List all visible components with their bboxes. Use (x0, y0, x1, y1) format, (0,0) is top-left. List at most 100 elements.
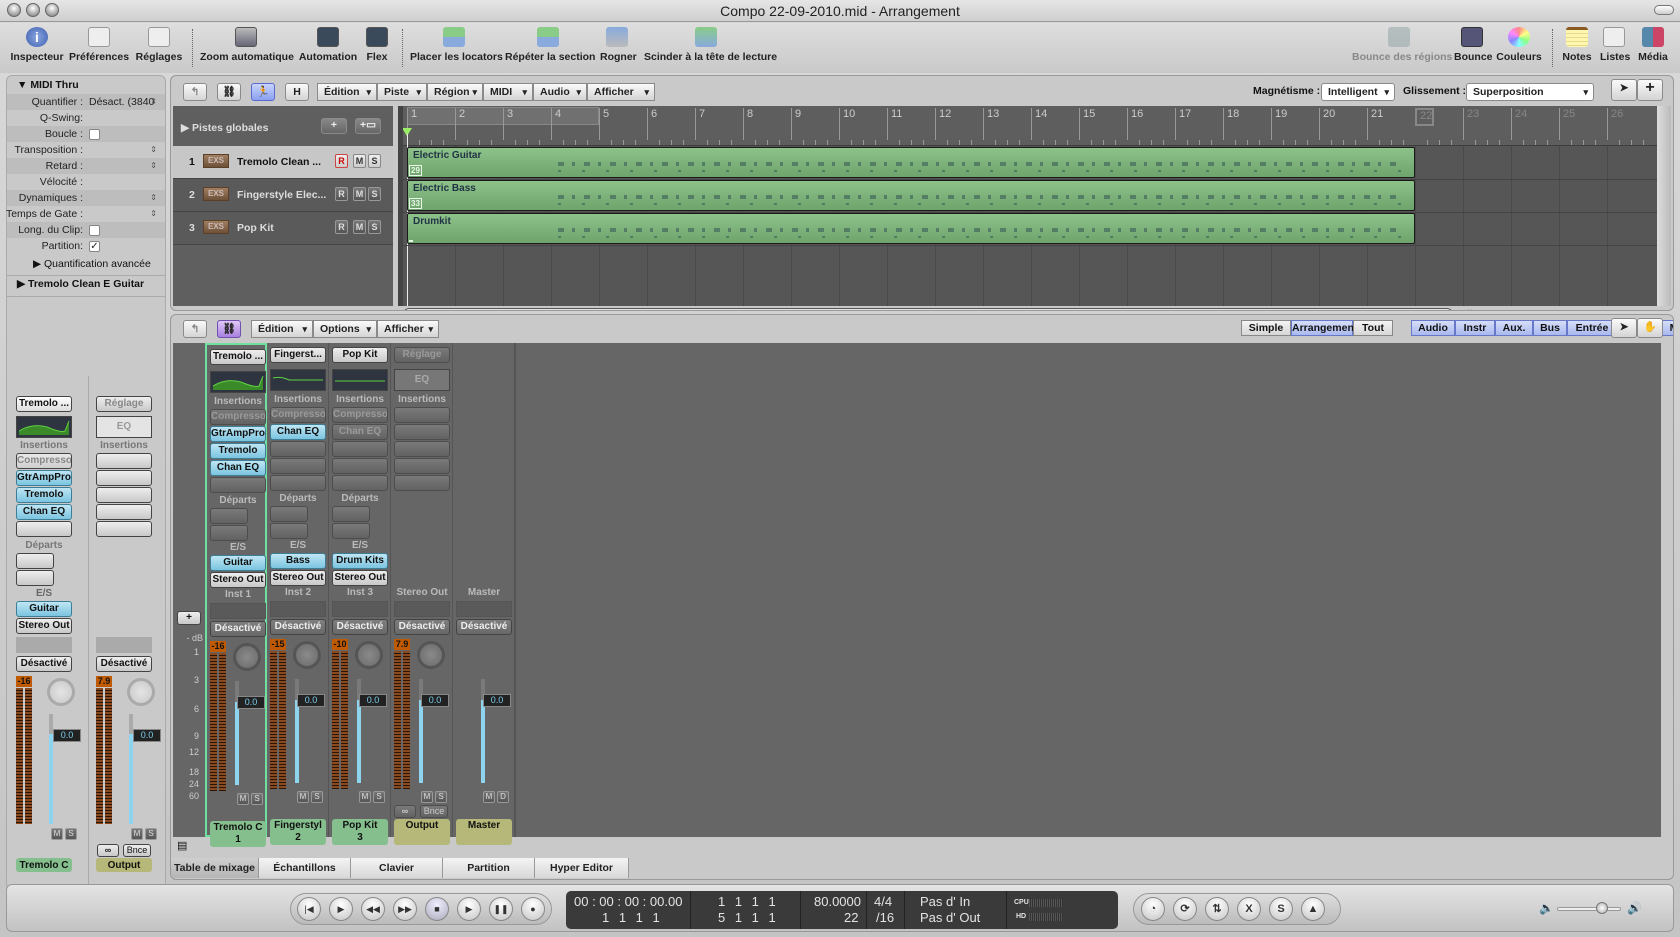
insert-slot[interactable]: Chan EQ (16, 504, 72, 520)
media-button[interactable]: Média (1636, 27, 1670, 63)
editor-tab[interactable]: Hyper Editor (535, 858, 629, 878)
close-button[interactable] (7, 3, 21, 17)
pointer-tool[interactable]: ➤ (1611, 318, 1637, 338)
channel-name[interactable]: Tremolo C (16, 858, 72, 872)
setting-button[interactable]: Fingerst... (270, 347, 326, 363)
snap-select[interactable]: Intelligent (1321, 83, 1395, 101)
menu-track[interactable]: Piste (377, 83, 427, 101)
menu-midi[interactable]: MIDI (483, 83, 533, 101)
insert-slot[interactable] (210, 477, 266, 493)
inspector-row[interactable]: Retard : ⇕ (7, 158, 165, 174)
filter-button[interactable]: Instr (1455, 320, 1495, 336)
record-enable-button[interactable]: R (335, 154, 348, 168)
automation-mode-button[interactable]: Désactivé (456, 619, 512, 635)
bounce-regions-button[interactable]: Bounce des régions (1352, 27, 1452, 63)
midi-thru-header[interactable]: ▼ MIDI Thru (17, 79, 79, 91)
volume-value[interactable]: 0.0 (421, 694, 449, 707)
solo-button[interactable]: S (65, 828, 77, 840)
insert-slot[interactable]: Chan EQ (332, 424, 388, 440)
master-volume-slider[interactable] (1557, 907, 1621, 911)
insert-slot[interactable]: Chan EQ (270, 424, 326, 440)
setting-button[interactable]: Tremolo ... (16, 396, 72, 412)
volume-value[interactable]: 0.0 (297, 694, 325, 707)
master-volume-knob[interactable] (1596, 902, 1608, 914)
track-name[interactable]: Tremolo Clean ... (237, 156, 321, 168)
peak-display[interactable]: -15 (270, 639, 286, 650)
midi-region[interactable]: Electric Bass 33 (407, 180, 1415, 211)
solo-button[interactable]: S (368, 187, 381, 201)
menu-edit[interactable]: Édition (317, 83, 377, 101)
mute-button[interactable]: M (297, 791, 309, 803)
insert-slot[interactable] (394, 441, 450, 457)
drag-select[interactable]: Superposition (1466, 83, 1594, 101)
track-header[interactable]: 2 EXS Fingerstyle Elec... R M S (173, 179, 393, 212)
setting-button[interactable]: Tremolo ... (210, 349, 266, 365)
channel-name[interactable]: Output (394, 819, 450, 845)
peak-display[interactable]: -10 (332, 639, 348, 650)
global-tracks-toggle[interactable]: ▶ Pistes globales (181, 122, 268, 134)
inspector-row[interactable]: Quantifier : Désact. (3840 ⇕ (7, 94, 165, 110)
insert-slot[interactable]: Tremolo (210, 443, 266, 459)
mute-button[interactable]: M (353, 154, 366, 168)
crop-button[interactable]: Rogner (600, 27, 637, 63)
insert-slot[interactable]: Compresso (332, 407, 388, 423)
metronome-button[interactable]: ▲ (1301, 897, 1325, 921)
insert-slot[interactable]: Compresso (16, 453, 72, 469)
pointer-tool[interactable]: ➤ (1611, 79, 1637, 101)
stepper-icon[interactable]: ⇕ (150, 142, 157, 158)
pan-knob[interactable] (417, 641, 445, 669)
insert-slot[interactable] (332, 441, 388, 457)
inspector-row[interactable]: Vélocité : (7, 174, 165, 190)
output-slot[interactable]: Stereo Out (210, 572, 266, 588)
minimize-button[interactable] (26, 3, 40, 17)
add-channel-button[interactable]: + (177, 611, 201, 625)
rewind-button[interactable]: ◀◀ (361, 897, 385, 921)
solo-button[interactable]: X (1237, 897, 1261, 921)
stepper-icon[interactable]: ⇕ (150, 158, 157, 174)
automation-button[interactable]: Automation (298, 27, 358, 63)
volume-value[interactable]: 0.0 (237, 696, 265, 709)
peak-display[interactable]: 7.9 (96, 676, 112, 687)
insert-slot[interactable] (96, 521, 152, 537)
insert-slot[interactable] (332, 458, 388, 474)
input-slot[interactable]: Drum Kits (332, 553, 388, 569)
send-slot[interactable] (270, 523, 308, 539)
insert-slot[interactable] (270, 458, 326, 474)
menu-region[interactable]: Région (427, 83, 483, 101)
automation-mode-button[interactable]: Désactivé (332, 619, 388, 635)
group-slot[interactable] (456, 601, 512, 617)
send-slot[interactable] (210, 525, 248, 541)
eq-display[interactable] (210, 371, 266, 393)
new-track-folder-button[interactable]: +▭ (355, 118, 381, 134)
arrange-timeline[interactable]: 1 2 3 4 5 6 7 8 9 10 11 12 13 14 15 16 17 18 19 20 21 22 23 24 2… (403, 106, 1657, 306)
track-name[interactable]: Pop Kit (237, 222, 274, 234)
solo-button[interactable]: S (311, 791, 323, 803)
insert-slot[interactable] (96, 487, 152, 503)
input-slot[interactable]: Bass (270, 553, 326, 569)
insert-slot[interactable]: Tremolo (16, 487, 72, 503)
group-slot[interactable] (96, 637, 152, 653)
eq-display[interactable] (16, 416, 72, 438)
peak-display[interactable]: 7.9 (394, 639, 410, 650)
pan-knob[interactable] (233, 643, 261, 671)
inspector-row[interactable]: Dynamiques : ⇕ (7, 190, 165, 206)
insert-slot[interactable]: GtrAmpPro (210, 426, 266, 442)
insert-slot[interactable]: Chan EQ (210, 460, 266, 476)
volume-value[interactable]: 0.0 (53, 729, 81, 742)
insert-slot[interactable] (394, 458, 450, 474)
output-slot[interactable]: Stereo Out (332, 570, 388, 586)
group-slot[interactable] (270, 601, 326, 617)
editor-tab[interactable]: Table de mixage (171, 858, 259, 878)
mute-button[interactable]: M (483, 791, 495, 803)
mixer-menu-view[interactable]: Afficher (377, 320, 439, 338)
inspector-checkbox[interactable]: ✓ (89, 238, 100, 254)
output-slot[interactable]: Stereo Out (16, 618, 72, 634)
track-section-toggle[interactable]: ▶ Tremolo Clean E Guitar (17, 278, 144, 290)
output-slot[interactable]: Stereo Out (270, 570, 326, 586)
track-name[interactable]: Fingerstyle Elec... (237, 189, 326, 201)
lcd-display[interactable]: 00 : 00 : 00 : 00.00 1 1 1 1 1 1 1 1 5 1… (566, 891, 1118, 929)
catch-button[interactable]: 🏃 (251, 83, 275, 101)
inspector-row[interactable]: Boucle : (7, 126, 165, 142)
advanced-quantization-toggle[interactable]: ▶ Quantification avancée (33, 258, 151, 270)
peak-display[interactable]: -16 (210, 641, 226, 652)
